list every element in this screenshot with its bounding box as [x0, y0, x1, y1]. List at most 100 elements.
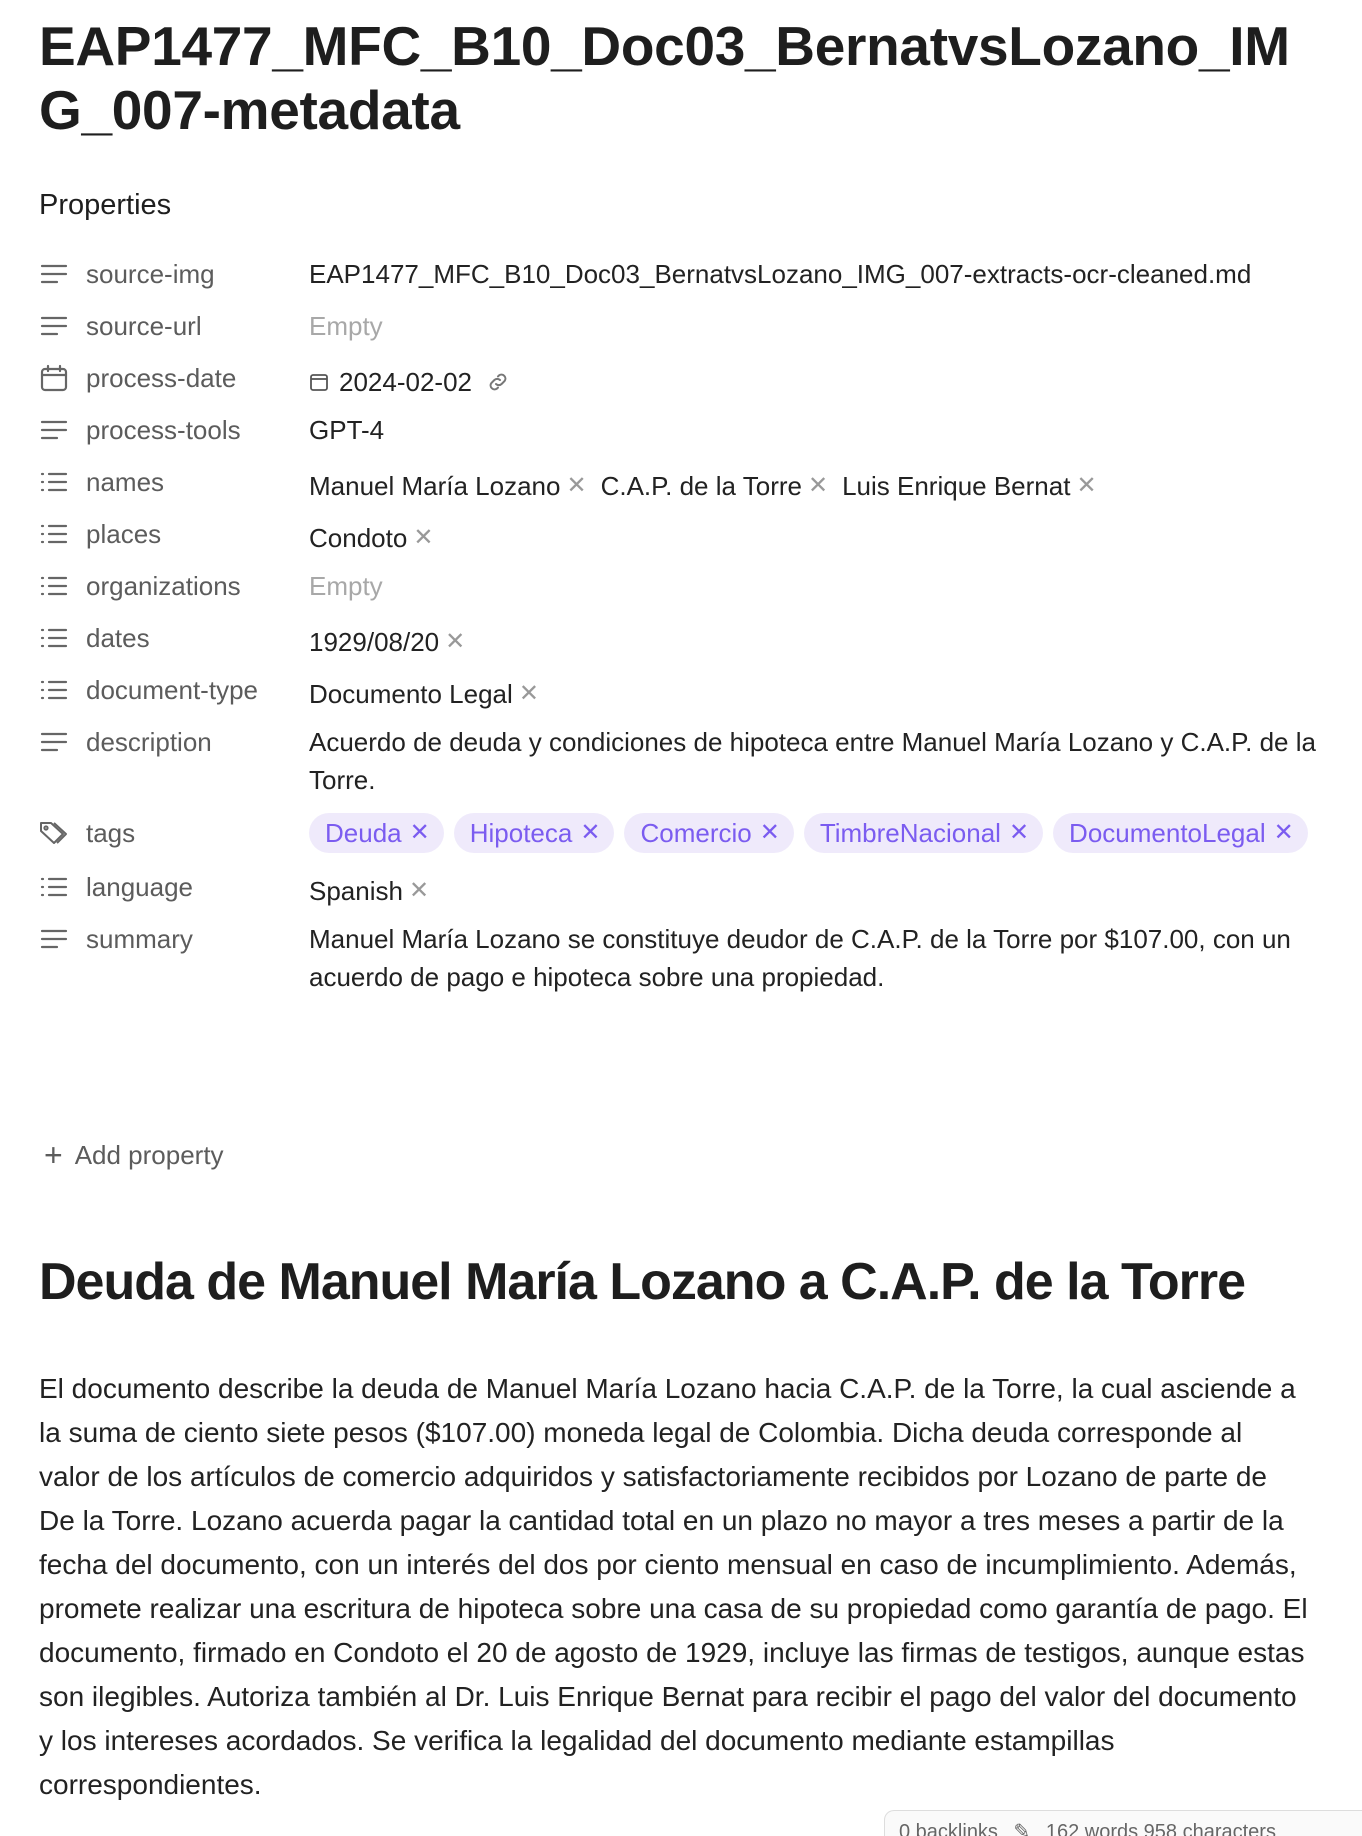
plus-icon: + [44, 1137, 63, 1173]
calendar-icon [39, 363, 69, 393]
word-count: 162 words 958 characters [1045, 1821, 1276, 1836]
tag-pill[interactable]: DocumentoLegal ✕ [1053, 813, 1308, 853]
pencil-icon: ✎ [1013, 1821, 1031, 1836]
property-value-description[interactable]: Acuerdo de deuda y condiciones de hipote… [309, 716, 1329, 807]
property-value-source-url[interactable]: Empty [309, 300, 1329, 352]
property-key-label: source-url [86, 310, 202, 341]
note-title[interactable]: EAP1477_MFC_B10_Doc03_BernatvsLozano_IMG… [39, 14, 1319, 142]
property-process-tools: process-tools GPT-4 [39, 404, 1329, 456]
property-key-label: names [86, 466, 165, 497]
property-value-document-type: Documento Legal ✕ [309, 664, 1329, 716]
property-places: places Condoto ✕ [39, 508, 1329, 560]
property-key-label: organizations [86, 570, 241, 601]
property-key[interactable]: tags [39, 807, 309, 859]
tag-pill[interactable]: Hipoteca ✕ [453, 813, 615, 853]
remove-icon[interactable]: ✕ [1274, 814, 1294, 852]
property-value-process-tools[interactable]: GPT-4 [309, 404, 1329, 456]
list-icon [39, 623, 69, 653]
property-key-label: language [86, 871, 193, 902]
property-value-dates: 1929/08/20 ✕ [309, 612, 1329, 664]
property-value-source-img[interactable]: EAP1477_MFC_B10_Doc03_BernatvsLozano_IMG… [309, 248, 1329, 300]
chip-label: Documento Legal [309, 678, 513, 709]
property-value-summary[interactable]: Manuel María Lozano se constituye deudor… [309, 913, 1329, 996]
text-lines-icon [39, 415, 69, 445]
list-icon [39, 519, 69, 549]
list-chip[interactable]: Luis Enrique Bernat ✕ [842, 467, 1096, 505]
property-tags: tags Deuda ✕ Hipoteca ✕ Comercio ✕ TimbreNa… [39, 807, 1329, 861]
property-key[interactable]: language [39, 861, 309, 913]
list-chip[interactable]: C.A.P. de la Torre ✕ [601, 467, 828, 505]
tag-label: TimbreNacional [819, 818, 1001, 848]
list-icon [39, 675, 69, 705]
text-lines-icon [39, 924, 69, 954]
tag-label: Hipoteca [469, 818, 573, 848]
property-key[interactable]: places [39, 508, 309, 560]
remove-icon[interactable]: ✕ [580, 814, 600, 852]
calendar-small-icon [309, 372, 329, 392]
remove-icon[interactable]: ✕ [1076, 467, 1096, 505]
tag-label: Deuda [325, 818, 402, 848]
remove-icon[interactable]: ✕ [1009, 814, 1029, 852]
property-key[interactable]: process-tools [39, 404, 309, 456]
remove-icon[interactable]: ✕ [409, 872, 429, 910]
text-lines-icon [39, 259, 69, 289]
chip-label: Manuel María Lozano [309, 470, 561, 501]
remove-icon[interactable]: ✕ [445, 623, 465, 661]
status-bar: 0 backlinks ✎ 162 words 958 characters [884, 1810, 1362, 1836]
property-key[interactable]: source-img [39, 248, 309, 300]
property-key-label: tags [86, 817, 136, 848]
tag-pill[interactable]: Comercio ✕ [624, 813, 794, 853]
tag-label: DocumentoLegal [1069, 818, 1266, 848]
property-value-organizations[interactable]: Empty [309, 560, 1329, 612]
property-names: names Manuel María Lozano ✕ C.A.P. de la … [39, 456, 1329, 508]
property-key-label: document-type [86, 674, 258, 705]
remove-icon[interactable]: ✕ [413, 519, 433, 557]
list-chip[interactable]: Spanish ✕ [309, 872, 429, 910]
property-key[interactable]: process-date [39, 352, 309, 404]
note-page: EAP1477_MFC_B10_Doc03_BernatvsLozano_IMG… [0, 0, 1362, 1836]
add-property-button[interactable]: + Add property [44, 1139, 224, 1171]
property-language: language Spanish ✕ [39, 861, 1329, 913]
properties-heading[interactable]: Properties [39, 189, 171, 222]
list-chip[interactable]: Documento Legal ✕ [309, 675, 539, 713]
link-icon[interactable] [486, 370, 510, 394]
tag-label: Comercio [640, 818, 752, 848]
list-icon [39, 872, 69, 902]
property-key-label: process-date [86, 362, 237, 393]
document-body[interactable]: El documento describe la deuda de Manuel… [39, 1367, 1309, 1807]
property-key[interactable]: document-type [39, 664, 309, 716]
property-source-url: source-url Empty [39, 300, 1329, 352]
remove-icon[interactable]: ✕ [760, 814, 780, 852]
property-description: description Acuerdo de deuda y condicion… [39, 716, 1329, 807]
chip-label: 1929/08/20 [309, 626, 440, 657]
property-document-type: document-type Documento Legal ✕ [39, 664, 1329, 716]
property-summary: summary Manuel María Lozano se constituy… [39, 913, 1329, 996]
remove-icon[interactable]: ✕ [519, 675, 539, 713]
property-key-label: process-tools [86, 414, 241, 445]
document-heading[interactable]: Deuda de Manuel María Lozano a C.A.P. de… [39, 1252, 1329, 1312]
property-key[interactable]: source-url [39, 300, 309, 352]
tag-pill[interactable]: TimbreNacional ✕ [803, 813, 1044, 853]
property-key[interactable]: names [39, 456, 309, 508]
text-lines-icon [39, 727, 69, 757]
property-key-label: dates [86, 622, 150, 653]
list-chip[interactable]: Manuel María Lozano ✕ [309, 467, 587, 505]
property-key[interactable]: dates [39, 612, 309, 664]
tag-pill[interactable]: Deuda ✕ [309, 813, 444, 853]
list-chip[interactable]: Condoto ✕ [309, 519, 433, 557]
backlinks-count[interactable]: 0 backlinks [899, 1821, 998, 1836]
property-value-language: Spanish ✕ [309, 861, 1329, 913]
property-value-process-date[interactable]: 2024-02-02 [309, 352, 1329, 404]
list-icon [39, 467, 69, 497]
property-key-label: source-img [86, 258, 215, 289]
property-key[interactable]: organizations [39, 560, 309, 612]
property-key[interactable]: summary [39, 913, 309, 965]
remove-icon[interactable]: ✕ [410, 814, 430, 852]
remove-icon[interactable]: ✕ [566, 467, 586, 505]
property-key[interactable]: description [39, 716, 309, 768]
property-organizations: organizations Empty [39, 560, 1329, 612]
text-lines-icon [39, 311, 69, 341]
list-chip[interactable]: 1929/08/20 ✕ [309, 623, 465, 661]
chip-label: Luis Enrique Bernat [842, 470, 1071, 501]
remove-icon[interactable]: ✕ [808, 467, 828, 505]
